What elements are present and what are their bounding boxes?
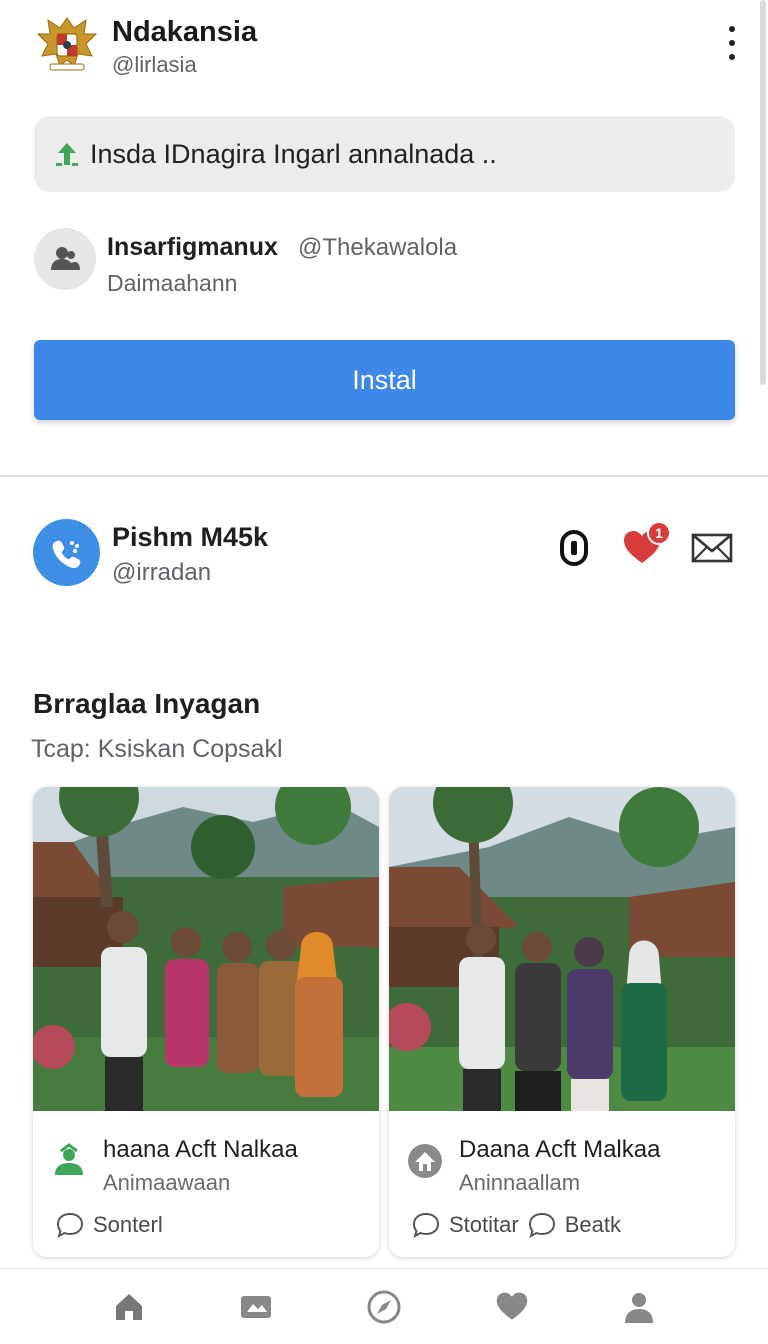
comment-button[interactable]: Sonterl: [55, 1211, 163, 1239]
nav-profile[interactable]: [609, 1277, 669, 1337]
nav-explore[interactable]: [354, 1277, 414, 1337]
card-subtitle: Aninnaallam: [459, 1170, 581, 1195]
green-people-icon: [55, 1143, 83, 1175]
chat-bubble-icon: [528, 1212, 555, 1239]
avatar[interactable]: [34, 228, 96, 290]
author-handle[interactable]: @Thekawalola: [298, 234, 457, 262]
post-card[interactable]: haana Aᴄft Nalkaa Animaawaan Sonterl: [33, 787, 379, 1257]
card-title[interactable]: haana Aᴄft Nalkaa: [103, 1136, 298, 1164]
install-button[interactable]: Instal: [34, 340, 735, 420]
profile-name[interactable]: Pishm M45k: [112, 522, 268, 553]
bottom-nav: [0, 1268, 768, 1344]
reply-label: Beatk: [564, 1212, 621, 1237]
section-divider: [0, 475, 768, 477]
nav-home[interactable]: [99, 1277, 159, 1337]
section-title: Brraglaa Inyagan: [33, 688, 261, 719]
garuda-emblem-logo: [36, 17, 98, 71]
app-title: Ndakansia: [112, 16, 258, 48]
card-actions: Sonterl: [55, 1211, 171, 1239]
app-header: Ndakansia @lirlasia: [0, 0, 768, 100]
group-photo[interactable]: [33, 787, 379, 1111]
app-handle: @lirlasia: [112, 52, 197, 77]
card-actions: Stotitar Beatk: [411, 1211, 629, 1239]
install-banner[interactable]: Insda IDnagira Ingarl annalnada ..: [34, 116, 735, 192]
notification-badge: 1: [647, 521, 671, 545]
nav-photos[interactable]: [226, 1277, 286, 1337]
banner-text: Insda IDnagira Ingarl annalnada ..: [90, 138, 497, 169]
heart-icon: [496, 1292, 527, 1320]
profile-handle: @irradan: [112, 559, 212, 586]
zero-outline-icon[interactable]: [550, 524, 598, 572]
mail-icon[interactable]: [688, 524, 736, 572]
gray-home-icon: [408, 1144, 442, 1178]
profile-icon: [625, 1292, 654, 1323]
home-icon: [115, 1293, 142, 1320]
compass-icon: [367, 1290, 401, 1323]
reply-button[interactable]: Beatk: [527, 1211, 621, 1239]
card-subtitle: Animaawaan: [103, 1170, 231, 1195]
profile-row: Pishm M45k @irradan 1: [0, 510, 768, 600]
photo-card-icon: [241, 1295, 272, 1318]
nav-favorites[interactable]: [482, 1277, 542, 1337]
avatar[interactable]: [33, 519, 100, 586]
card-title[interactable]: Daana Aᴄft Malkaa: [459, 1136, 660, 1164]
kebab-menu-icon[interactable]: [720, 26, 744, 60]
author-row[interactable]: Insarfigmanux @Thekawalola Daimaahann: [34, 226, 734, 306]
chat-bubble-icon: [56, 1212, 84, 1239]
user-group-icon: [51, 247, 80, 270]
chat-bubble-icon: [412, 1212, 440, 1239]
scrollbar[interactable]: [760, 0, 766, 385]
phone-call-icon: [52, 540, 80, 568]
group-photo[interactable]: [389, 787, 735, 1111]
comment-label: Sonterl: [93, 1212, 163, 1237]
section-subtitle: Tcap: Ksiskan Copsakl: [31, 735, 283, 763]
author-name[interactable]: Insarfigmanux: [107, 233, 278, 262]
comment-label: Stotitar: [449, 1212, 519, 1237]
upload-arrow-icon: [56, 143, 78, 166]
author-subtitle: Daimaahann: [107, 270, 238, 296]
post-card[interactable]: Daana Aᴄft Malkaa Aninnaallam Stotitar B…: [389, 787, 735, 1257]
comment-button[interactable]: Stotitar: [411, 1211, 519, 1239]
heart-icon[interactable]: 1: [618, 521, 671, 572]
